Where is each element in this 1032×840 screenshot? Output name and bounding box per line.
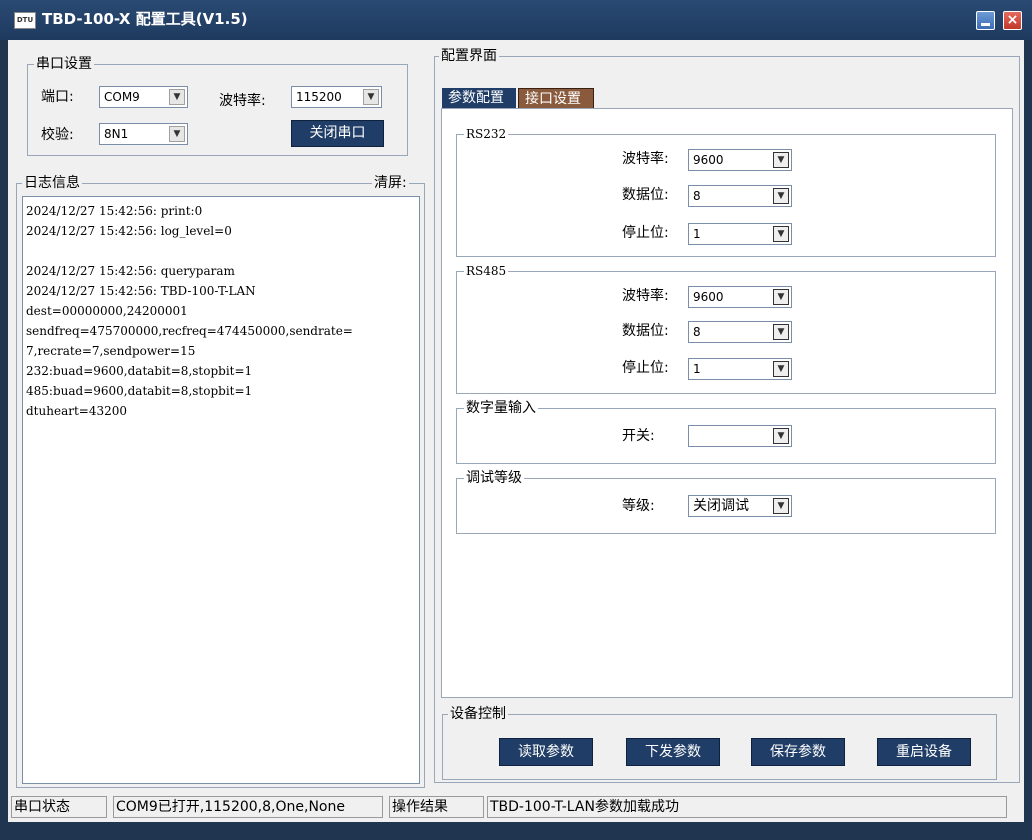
result-value: TBD-100-T-LAN参数加载成功: [487, 796, 1007, 818]
rs232-baud-label: 波特率:: [622, 151, 669, 167]
rs232-stopbit-select[interactable]: 1 ▼: [688, 223, 792, 245]
digital-input-legend: 数字量输入: [464, 398, 538, 418]
debug-level-value: 关闭调试: [693, 498, 749, 514]
clear-log-link[interactable]: 清屏:: [372, 173, 409, 193]
check-value: 8N1: [104, 127, 129, 141]
rs232-baud-value: 9600: [693, 153, 724, 167]
digital-switch-label: 开关:: [622, 428, 655, 444]
port-status-label: 串口状态: [11, 796, 107, 818]
rs485-baud-label: 波特率:: [622, 288, 669, 304]
serial-settings-legend: 串口设置: [34, 54, 94, 74]
close-port-button[interactable]: 关闭串口: [291, 120, 384, 147]
log-line: 2024/12/27 15:42:56: print:0: [26, 204, 203, 218]
check-select[interactable]: 8N1 ▼: [99, 123, 188, 145]
digital-switch-select[interactable]: ▼: [688, 425, 792, 447]
rs485-baud-value: 9600: [693, 290, 724, 304]
result-label: 操作结果: [389, 796, 484, 818]
window-title: TBD-100-X 配置工具(V1.5): [42, 10, 248, 28]
chevron-down-icon[interactable]: ▼: [169, 89, 185, 105]
log-line: 7,recrate=7,sendpower=15: [26, 344, 196, 358]
window-border-left: [0, 40, 8, 822]
chevron-down-icon[interactable]: ▼: [773, 428, 789, 444]
rs232-databit-select[interactable]: 8 ▼: [688, 185, 792, 207]
baud-value: 115200: [296, 90, 342, 104]
rs232-stopbit-value: 1: [693, 227, 701, 241]
log-line: sendfreq=475700000,recfreq=474450000,sen…: [26, 324, 353, 338]
config-legend: 配置界面: [439, 46, 499, 66]
log-textarea[interactable]: 2024/12/27 15:42:56: print:0 2024/12/27 1…: [22, 196, 420, 784]
tab-parameter-config[interactable]: 参数配置: [442, 88, 516, 109]
rs485-databit-select[interactable]: 8 ▼: [688, 321, 792, 343]
title-bar: DTU TBD-100-X 配置工具(V1.5) ×: [0, 0, 1032, 40]
debug-level-legend: 调试等级: [464, 468, 524, 488]
chevron-down-icon[interactable]: ▼: [773, 226, 789, 242]
rs485-legend: RS485: [464, 261, 509, 281]
debug-level-select[interactable]: 关闭调试 ▼: [688, 495, 792, 517]
rs232-databit-value: 8: [693, 189, 701, 203]
rs232-group: RS232 波特率: 9600 ▼ 数据位: 8 ▼ 停止位: 1 ▼: [456, 124, 996, 257]
chevron-down-icon[interactable]: ▼: [773, 498, 789, 514]
log-line: dest=00000000,24200001: [26, 304, 188, 318]
log-line: 485:buad=9600,databit=8,stopbit=1: [26, 384, 253, 398]
rs232-baud-select[interactable]: 9600 ▼: [688, 149, 792, 171]
tab-interface-settings[interactable]: 接口设置: [518, 88, 594, 109]
rs485-databit-label: 数据位:: [622, 323, 669, 339]
read-params-button[interactable]: 读取参数: [499, 738, 593, 766]
log-line: 2024/12/27 15:42:56: TBD-100-T-LAN: [26, 284, 256, 298]
baud-select[interactable]: 115200 ▼: [291, 86, 382, 108]
debug-level-label: 等级:: [622, 498, 655, 514]
log-line: 232:buad=9600,databit=8,stopbit=1: [26, 364, 253, 378]
chevron-down-icon[interactable]: ▼: [363, 89, 379, 105]
minimize-button[interactable]: [976, 11, 995, 30]
rs232-databit-label: 数据位:: [622, 187, 669, 203]
save-params-button[interactable]: 保存参数: [751, 738, 845, 766]
device-control-group: 设备控制 读取参数 下发参数 保存参数 重启设备: [442, 704, 997, 780]
status-bar: 串口状态 COM9已打开,115200,8,One,None 操作结果 TBD-…: [8, 792, 1024, 822]
chevron-down-icon[interactable]: ▼: [773, 188, 789, 204]
window-border-right: [1024, 40, 1032, 822]
client-area: 串口设置 端口: COM9 ▼ 波特率: 115200 ▼ 校验: 8N1 ▼ …: [8, 40, 1024, 822]
send-params-button[interactable]: 下发参数: [626, 738, 720, 766]
chevron-down-icon[interactable]: ▼: [773, 324, 789, 340]
rs485-stopbit-select[interactable]: 1 ▼: [688, 358, 792, 380]
serial-settings-group: 串口设置 端口: COM9 ▼ 波特率: 115200 ▼ 校验: 8N1 ▼ …: [27, 54, 408, 156]
rs485-group: RS485 波特率: 9600 ▼ 数据位: 8 ▼ 停止位: 1 ▼: [456, 261, 996, 394]
log-line: 2024/12/27 15:42:56: queryparam: [26, 264, 235, 278]
port-label: 端口:: [41, 89, 74, 105]
port-status-value: COM9已打开,115200,8,One,None: [113, 796, 383, 818]
window-border-bottom: [0, 822, 1032, 840]
rs485-stopbit-label: 停止位:: [622, 360, 669, 376]
log-line: dtuheart=43200: [26, 404, 128, 418]
rs485-databit-value: 8: [693, 325, 701, 339]
baud-label: 波特率:: [219, 93, 266, 109]
chevron-down-icon[interactable]: ▼: [773, 152, 789, 168]
device-control-legend: 设备控制: [448, 704, 508, 724]
check-label: 校验:: [41, 127, 74, 143]
chevron-down-icon[interactable]: ▼: [773, 289, 789, 305]
rs232-stopbit-label: 停止位:: [622, 225, 669, 241]
rs485-baud-select[interactable]: 9600 ▼: [688, 286, 792, 308]
chevron-down-icon[interactable]: ▼: [169, 126, 185, 142]
digital-input-group: 数字量输入 开关: ▼: [456, 398, 996, 464]
close-button[interactable]: ×: [1003, 11, 1022, 30]
chevron-down-icon[interactable]: ▼: [773, 361, 789, 377]
log-legend: 日志信息: [22, 173, 82, 193]
rs232-legend: RS232: [464, 124, 509, 144]
app-icon: DTU: [14, 12, 36, 29]
rs485-stopbit-value: 1: [693, 362, 701, 376]
restart-device-button[interactable]: 重启设备: [877, 738, 971, 766]
log-line: 2024/12/27 15:42:56: log_level=0: [26, 224, 232, 238]
port-select[interactable]: COM9 ▼: [99, 86, 188, 108]
debug-level-group: 调试等级 等级: 关闭调试 ▼: [456, 468, 996, 534]
port-value: COM9: [104, 90, 140, 104]
